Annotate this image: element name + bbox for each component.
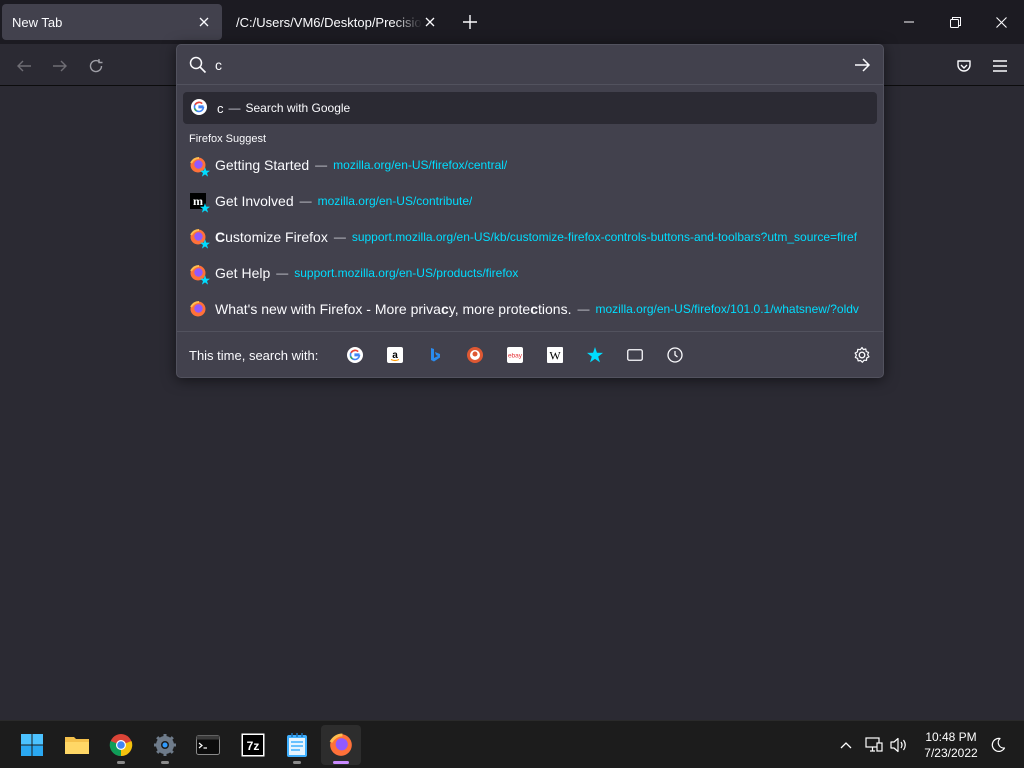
search-with-google-row[interactable]: c — Search with Google	[183, 92, 877, 124]
bookmarks-star-icon[interactable]	[585, 345, 605, 365]
forward-arrow-icon[interactable]	[46, 52, 74, 80]
go-arrow-icon[interactable]	[853, 56, 871, 74]
title-separator: —	[228, 101, 241, 115]
restore-icon[interactable]	[932, 0, 978, 44]
title-separator: —	[315, 158, 328, 172]
notepad-icon[interactable]	[277, 725, 317, 765]
tabs-icon[interactable]	[625, 345, 645, 365]
suggestion-title: Customize Firefox	[215, 229, 328, 245]
urlbar-dropdown: c — Search with Google Firefox Suggest G…	[176, 44, 884, 378]
search-icon	[189, 56, 207, 74]
suggestion-url: mozilla.org/en-US/firefox/central/	[333, 158, 508, 172]
network-icon[interactable]	[862, 733, 886, 757]
firefox-icon	[189, 228, 210, 249]
settings-gear-icon[interactable]	[145, 725, 185, 765]
firefox-icon	[189, 156, 210, 177]
suggestion-title: Get Help	[215, 265, 271, 281]
running-indicator	[161, 761, 169, 764]
reload-icon[interactable]	[82, 52, 110, 80]
history-clock-icon[interactable]	[665, 345, 685, 365]
suggestion-url: mozilla.org/en-US/contribute/	[317, 194, 473, 208]
suggestion-url: mozilla.org/en-US/firefox/101.0.1/whatsn…	[595, 302, 859, 316]
new-tab-plus-icon[interactable]	[458, 10, 482, 34]
title-separator: —	[333, 230, 346, 244]
urlbar-input[interactable]	[215, 53, 835, 77]
one-off-label: This time, search with:	[189, 348, 319, 363]
back-arrow-icon[interactable]	[10, 52, 38, 80]
suggestion-getting-started[interactable]: Getting Started — mozilla.org/en-US/fire…	[183, 149, 877, 181]
one-off-search-bar: This time, search with: a ebay W	[177, 331, 883, 377]
title-separator: —	[276, 266, 289, 280]
chevron-up-icon[interactable]	[834, 733, 858, 757]
clock-date: 7/23/2022	[924, 746, 978, 760]
firefox-icon	[189, 264, 210, 285]
ebay-letters: ebay	[508, 353, 523, 360]
title-separator: —	[577, 302, 590, 316]
tab-precision-file[interactable]: /C:/Users/VM6/Desktop/Precision%	[226, 4, 448, 40]
typed-text: c	[217, 100, 224, 116]
wikipedia-letter: W	[549, 349, 561, 363]
7zip-icon[interactable]: 7z	[233, 725, 273, 765]
suggestion-get-help[interactable]: Get Help — support.mozilla.org/en-US/pro…	[183, 257, 877, 289]
clock-time: 10:48 PM	[925, 730, 977, 744]
7zip-label: 7z	[247, 739, 260, 753]
tab-strip: New Tab /C:/Users/VM6/Desktop/Precision%	[0, 0, 1024, 44]
focus-moon-icon[interactable]	[986, 733, 1010, 757]
firefox-icon	[189, 300, 207, 318]
amazon-letter: a	[392, 350, 398, 361]
suggestion-url: support.mozilla.org/en-US/products/firef…	[294, 266, 519, 280]
duckduckgo-engine-icon[interactable]	[465, 345, 485, 365]
google-engine-icon[interactable]	[345, 345, 365, 365]
tab-title: /C:/Users/VM6/Desktop/Precision%	[236, 14, 422, 30]
bookmark-star-icon	[200, 239, 210, 249]
suggestion-whats-new[interactable]: What's new with Firefox - More privacy, …	[183, 293, 877, 325]
close-tab-icon[interactable]	[196, 14, 212, 30]
mozilla-icon: m	[189, 192, 210, 213]
windows-start-icon[interactable]	[12, 725, 52, 765]
file-explorer-icon[interactable]	[57, 725, 97, 765]
suggestion-customize-firefox[interactable]: Customize Firefox — support.mozilla.org/…	[183, 221, 877, 253]
bing-engine-icon[interactable]	[425, 345, 445, 365]
tab-new-tab[interactable]: New Tab	[2, 4, 222, 40]
terminal-icon[interactable]	[188, 725, 228, 765]
bookmark-star-icon	[200, 275, 210, 285]
windows-taskbar: 7z 10:48 PM 7/23/2022	[0, 720, 1024, 768]
pocket-icon[interactable]	[950, 52, 978, 80]
search-settings-gear-icon[interactable]	[853, 346, 871, 364]
suggestion-title: Get Involved	[215, 193, 294, 209]
bookmark-star-icon	[200, 203, 210, 213]
google-icon	[191, 98, 207, 118]
close-window-icon[interactable]	[978, 0, 1024, 44]
running-indicator	[117, 761, 125, 764]
suggestion-title: Getting Started	[215, 157, 310, 173]
wikipedia-engine-icon[interactable]: W	[545, 345, 565, 365]
suggestion-title: What's new with Firefox - More privacy, …	[215, 301, 572, 317]
running-indicator	[293, 761, 301, 764]
amazon-engine-icon[interactable]: a	[385, 345, 405, 365]
bookmark-star-icon	[200, 167, 210, 177]
firefox-suggest-label: Firefox Suggest	[189, 133, 267, 145]
search-action-label: Search with Google	[245, 101, 351, 115]
suggestion-url: support.mozilla.org/en-US/kb/customize-f…	[351, 230, 858, 244]
firefox-taskbar-icon[interactable]	[321, 725, 361, 765]
system-clock[interactable]: 10:48 PM 7/23/2022	[916, 729, 986, 761]
urlbar	[177, 45, 883, 85]
close-tab-icon[interactable]	[422, 14, 438, 30]
volume-icon[interactable]	[887, 733, 911, 757]
active-indicator	[333, 761, 349, 764]
suggestion-get-involved[interactable]: m Get Involved — mozilla.org/en-US/contr…	[183, 185, 877, 217]
hamburger-menu-icon[interactable]	[986, 52, 1014, 80]
ebay-engine-icon[interactable]: ebay	[505, 345, 525, 365]
title-separator: —	[299, 194, 312, 208]
chrome-icon[interactable]	[101, 725, 141, 765]
tab-title: New Tab	[12, 14, 63, 30]
minimize-icon[interactable]	[886, 0, 932, 44]
